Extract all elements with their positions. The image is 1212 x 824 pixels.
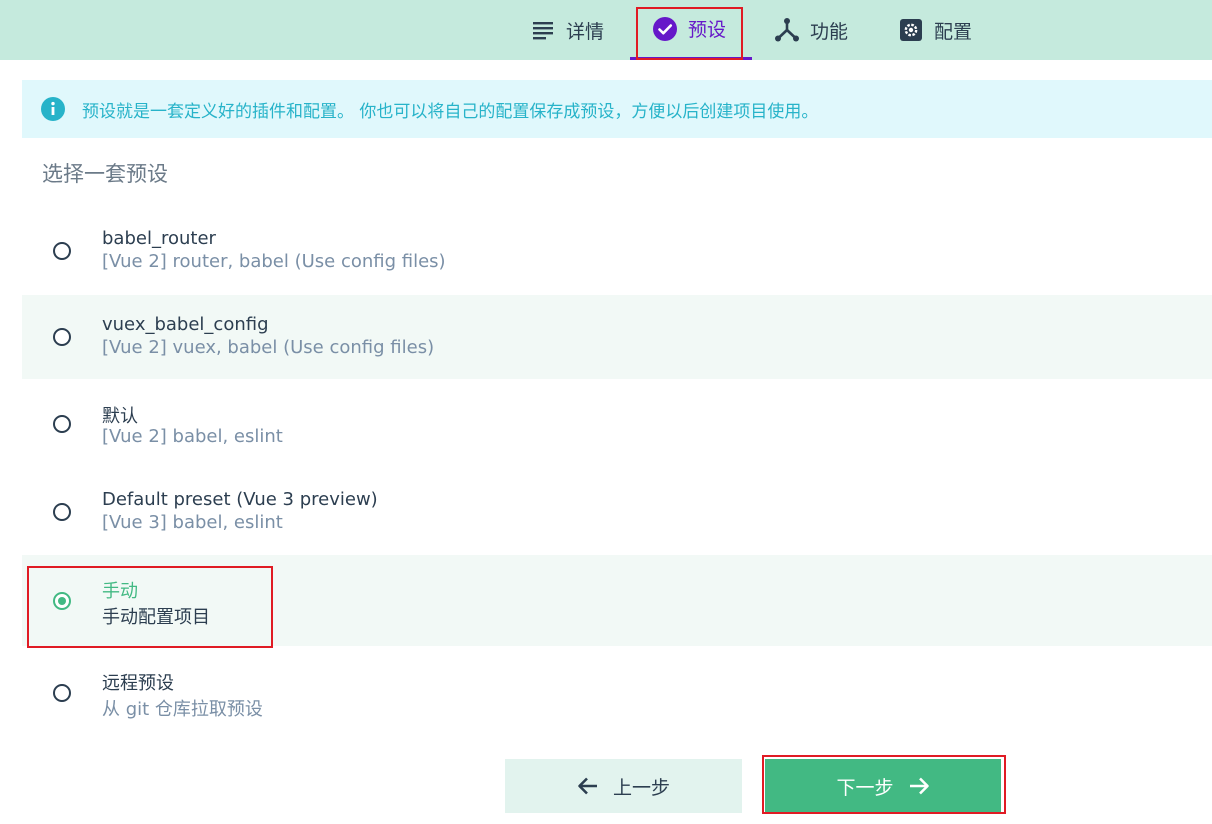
tab-label: 详情 — [566, 20, 605, 43]
preset-item[interactable]: 默认 [Vue 2] babel, eslint — [22, 380, 1212, 468]
info-text: 预设就是一套定义好的插件和配置。 你也可以将自己的配置保存成预设，方便以后创建项… — [82, 101, 819, 122]
fork-icon — [774, 17, 800, 43]
info-banner: 预设就是一套定义好的插件和配置。 你也可以将自己的配置保存成预设，方便以后创建项… — [22, 80, 1212, 138]
radio-button[interactable] — [53, 503, 71, 521]
gear-icon — [898, 17, 924, 43]
section-title: 选择一套预设 — [42, 162, 168, 186]
radio-button[interactable] — [53, 328, 71, 346]
arrow-left-icon — [577, 776, 599, 796]
preset-description: 手动配置项目 — [102, 607, 210, 628]
radio-button[interactable] — [53, 242, 71, 260]
preset-item[interactable]: babel_router [Vue 2] router, babel (Use … — [22, 209, 1212, 295]
preset-name: 手动 — [102, 581, 138, 602]
tab-label: 预设 — [688, 19, 727, 41]
preset-name: babel_router — [102, 228, 216, 249]
preset-name: 默认 — [102, 406, 138, 427]
preset-name: vuex_babel_config — [102, 314, 269, 335]
radio-button[interactable] — [53, 415, 71, 433]
preset-description: [Vue 2] vuex, babel (Use config files) — [102, 337, 435, 358]
preset-item[interactable]: vuex_babel_config [Vue 2] vuex, babel (U… — [22, 295, 1212, 379]
radio-button[interactable] — [53, 684, 71, 702]
next-button[interactable]: 下一步 — [765, 759, 1001, 813]
list-icon — [530, 17, 556, 43]
preset-item[interactable]: Default preset (Vue 3 preview) [Vue 3] b… — [22, 468, 1212, 555]
preset-name: 远程预设 — [102, 673, 174, 694]
info-icon — [40, 96, 66, 122]
preset-description: [Vue 2] router, babel (Use config files) — [102, 251, 446, 272]
previous-label: 上一步 — [612, 777, 670, 799]
radio-button-checked[interactable] — [53, 592, 71, 610]
tab-label: 配置 — [934, 20, 973, 43]
tab-label: 功能 — [810, 20, 849, 43]
tab-config[interactable]: 配置 — [898, 0, 998, 60]
check-circle-icon — [652, 16, 678, 42]
preset-item[interactable]: 远程预设 从 git 仓库拉取预设 — [22, 647, 1212, 737]
previous-button[interactable]: 上一步 — [505, 759, 742, 813]
preset-description: [Vue 2] babel, eslint — [102, 426, 283, 447]
tab-details[interactable]: 详情 — [530, 0, 630, 60]
preset-description: [Vue 3] babel, eslint — [102, 512, 283, 533]
arrow-right-icon — [908, 776, 930, 796]
preset-item-selected[interactable]: 手动 手动配置项目 — [22, 555, 1212, 646]
top-nav-bar: 详情 预设 功能 配置 — [0, 0, 1212, 60]
tab-features[interactable]: 功能 — [774, 0, 874, 60]
tab-presets[interactable]: 预设 — [630, 0, 752, 60]
next-label: 下一步 — [836, 777, 894, 799]
preset-name: Default preset (Vue 3 preview) — [102, 489, 378, 510]
preset-description: 从 git 仓库拉取预设 — [102, 699, 263, 720]
